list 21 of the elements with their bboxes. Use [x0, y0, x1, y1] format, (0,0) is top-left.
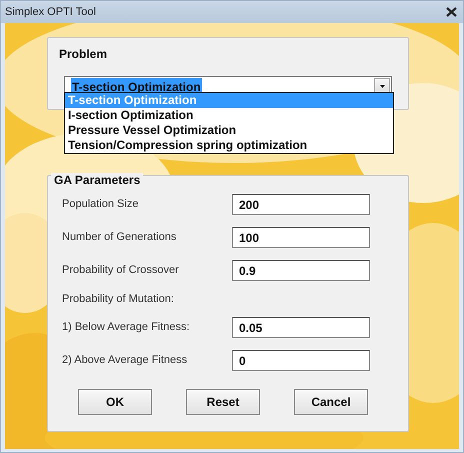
field-label: 1) Below Average Fitness:	[62, 320, 191, 336]
input-field[interactable]: 200	[232, 194, 370, 215]
dropdown-option[interactable]: Pressure Vessel Optimization	[65, 123, 393, 138]
dialog-button[interactable]: OK	[78, 389, 152, 415]
dropdown-option[interactable]: Tension/Compression spring optimization	[65, 138, 393, 153]
field-label: Population Size	[62, 197, 140, 212]
input-field[interactable]: 0.05	[232, 317, 370, 338]
dropdown-option[interactable]: I-section Optimization	[65, 108, 393, 123]
field-label: 2) Above Average Fitness	[62, 353, 188, 368]
group-label: GA Parameters	[51, 173, 144, 187]
section-label: Probability of Mutation:	[62, 292, 175, 307]
window-title: Simplex OPTI Tool	[5, 4, 96, 20]
input-field[interactable]: 0	[232, 350, 370, 371]
field-label: Probability of Crossover	[62, 263, 180, 278]
close-icon[interactable]	[446, 7, 457, 17]
dialog-button[interactable]: Cancel	[294, 389, 368, 415]
input-field[interactable]: 0.9	[232, 260, 370, 281]
dialog-button[interactable]: Reset	[186, 389, 260, 415]
input-field[interactable]: 100	[232, 227, 370, 248]
field-label: Number of Generations	[62, 230, 178, 246]
caret-icon	[380, 85, 384, 88]
